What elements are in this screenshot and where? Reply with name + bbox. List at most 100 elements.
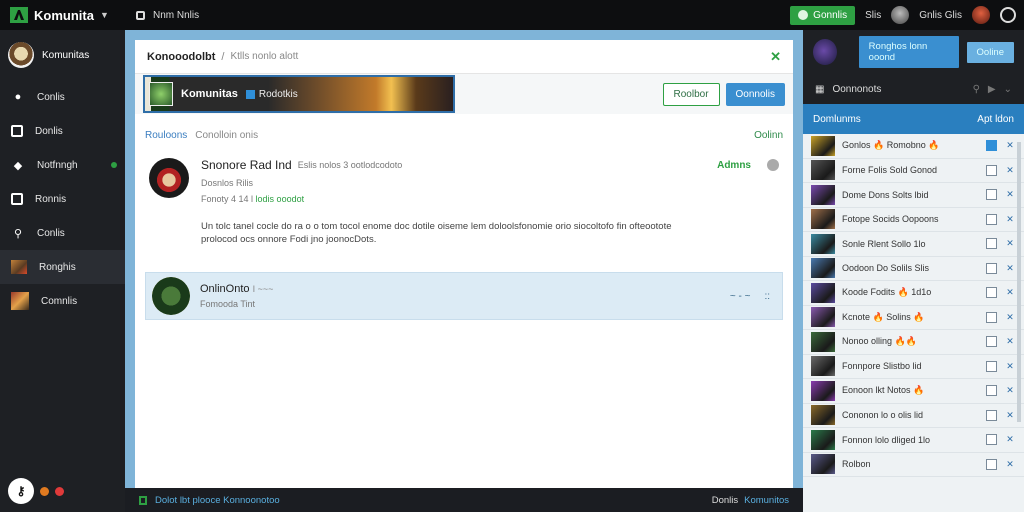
game-thumb-icon — [11, 292, 29, 310]
sidebar-item-donlis[interactable]: Donlis — [0, 114, 125, 148]
checkbox[interactable] — [986, 287, 997, 299]
checkbox[interactable] — [986, 213, 997, 225]
list-item[interactable]: Fotope Socids Oopoons ✕ — [803, 208, 1024, 232]
remove-icon[interactable]: ✕ — [1004, 214, 1016, 225]
user-label[interactable]: Gnlis Glis — [919, 10, 962, 21]
list-item[interactable]: Sonle Rlent Sollo 1lo ✕ — [803, 232, 1024, 257]
remove-icon[interactable]: ✕ — [1004, 336, 1016, 347]
list-bar-right[interactable]: Apt ldon — [977, 114, 1014, 125]
game-thumb-icon — [811, 356, 835, 377]
list-item[interactable]: Eonoon lkt Notos 🔥 ✕ — [803, 379, 1024, 404]
remove-icon[interactable]: ✕ — [1004, 165, 1016, 176]
right-secondary-button[interactable]: Ooline — [966, 41, 1014, 63]
avatar[interactable] — [149, 158, 189, 198]
sidebar-item-ronnis[interactable]: Ronnis — [0, 182, 125, 216]
checkbox[interactable] — [986, 434, 997, 446]
checkbox[interactable] — [986, 164, 997, 176]
list-item[interactable]: Nonoo olling 🔥🔥 ✕ — [803, 330, 1024, 355]
top-tab[interactable]: Nnm Nnlis — [136, 10, 199, 21]
footer-right-a[interactable]: Donlis — [712, 495, 738, 506]
game-thumb-icon — [811, 331, 835, 352]
search-icon[interactable]: ⚲ — [973, 84, 980, 95]
list-item[interactable]: Oodoon Do Solils Slis ✕ — [803, 257, 1024, 281]
post-author[interactable]: Snonore Rad Ind — [201, 158, 292, 172]
remove-icon[interactable]: ✕ — [1004, 434, 1016, 445]
top-link[interactable]: Slis — [865, 10, 881, 21]
sidebar-item-notfnngh[interactable]: ◆ Notfnngh — [0, 148, 125, 182]
reply-action[interactable]: :: — [764, 291, 770, 302]
sidebar-item-label: Ronnis — [35, 193, 67, 205]
sidebar-user[interactable]: Komunitas — [0, 30, 125, 80]
arrow-icon[interactable]: ▶ — [988, 84, 996, 95]
checkbox[interactable] — [986, 409, 997, 421]
tab-other[interactable]: Conolloin onis — [195, 130, 258, 141]
list-item-label: Nonoo olling 🔥🔥 — [842, 336, 917, 347]
checkbox[interactable] — [986, 360, 997, 372]
sidebar-item-ronghis[interactable]: Ronghis — [0, 250, 125, 284]
remove-icon[interactable]: ✕ — [1004, 238, 1016, 249]
outline-button[interactable]: Roolbor — [662, 82, 720, 106]
remove-icon[interactable]: ✕ — [1004, 263, 1016, 274]
sidebar-item-search[interactable]: ⚲ Conlis — [0, 216, 125, 250]
list-bar-left[interactable]: Domlunms — [813, 114, 861, 125]
checkbox[interactable] — [986, 311, 997, 323]
checkbox[interactable] — [986, 238, 997, 250]
list-item[interactable]: Rolbon ✕ — [803, 453, 1024, 477]
reply-action[interactable]: ~ - ~ — [730, 291, 751, 302]
sidebar-item-comnlis[interactable]: Comnlis — [0, 284, 125, 318]
brand[interactable]: Komunita ▼ — [0, 7, 136, 23]
profile-avatar[interactable] — [972, 6, 990, 24]
checkbox[interactable] — [986, 385, 997, 397]
footer-right-b[interactable]: Komunitos — [744, 495, 789, 506]
list-item-label: Dome Dons Solts lbid — [842, 189, 929, 200]
community-banner[interactable]: Komunitas Rodotkis — [143, 75, 455, 113]
more-options-icon[interactable] — [767, 159, 779, 171]
chat-button[interactable]: Gonnlis — [790, 5, 856, 25]
chevron-down-icon[interactable]: ▼ — [100, 10, 109, 20]
tab-link[interactable]: Oolinn — [754, 130, 783, 141]
keyhole-icon[interactable]: ⚷ — [8, 478, 34, 504]
footer-left[interactable]: Dolot lbt plooce Konnoonotoo — [139, 495, 280, 506]
remove-icon[interactable]: ✕ — [1004, 312, 1016, 323]
avatar[interactable] — [891, 6, 910, 24]
chevron-down-icon[interactable]: ⌄ — [1004, 84, 1012, 95]
list-item[interactable]: Fonnpore Slistbo lid ✕ — [803, 355, 1024, 379]
remove-icon[interactable]: ✕ — [1004, 140, 1016, 151]
checkbox[interactable] — [986, 458, 997, 470]
sidebar-item-conlis[interactable]: ● Conlis — [0, 80, 125, 114]
checkbox[interactable] — [986, 262, 997, 274]
remove-icon[interactable]: ✕ — [1004, 361, 1016, 372]
game-thumb-icon — [811, 405, 835, 426]
remove-icon[interactable]: ✕ — [1004, 385, 1016, 396]
checkbox[interactable] — [986, 189, 997, 201]
checkbox[interactable] — [986, 336, 997, 348]
tab-active[interactable]: Rouloons — [145, 130, 187, 141]
list-item[interactable]: Gonlos 🔥 Romobno 🔥 ✕ — [803, 134, 1024, 159]
grid-icon[interactable]: ▦ — [815, 84, 824, 95]
footer-bar: Dolot lbt plooce Konnoonotoo Donlis Komu… — [125, 488, 803, 512]
list-item[interactable]: Dome Dons Solts lbid ✕ — [803, 183, 1024, 208]
checkbox[interactable] — [986, 140, 997, 152]
game-thumb-icon — [811, 184, 835, 205]
settings-icon[interactable] — [1000, 7, 1016, 23]
remove-icon[interactable]: ✕ — [1004, 459, 1016, 470]
scrollbar[interactable] — [1017, 142, 1021, 422]
avatar[interactable] — [813, 39, 837, 65]
avatar — [8, 42, 34, 68]
list-item[interactable]: Kcnote 🔥 Solins 🔥 ✕ — [803, 306, 1024, 330]
list-item-label: Eonoon lkt Notos 🔥 — [842, 385, 925, 396]
remove-icon[interactable]: ✕ — [1004, 410, 1016, 421]
list-item[interactable]: Koode Fodits 🔥 1d1o ✕ — [803, 281, 1024, 306]
list-item[interactable]: Forne Folis Sold Gonod ✕ — [803, 159, 1024, 183]
list-item-label: Rolbon — [842, 459, 871, 470]
list-item[interactable]: Fonnon lolo dliged 1lo ✕ — [803, 428, 1024, 453]
reply-card[interactable]: OnlinOnto I ~~~ Fomooda Tint ~ - ~ :: — [145, 272, 783, 320]
primary-button[interactable]: Oonnolis — [725, 82, 785, 106]
avatar[interactable] — [152, 277, 190, 315]
right-primary-button[interactable]: Ronghos lonn ooond — [858, 36, 959, 68]
remove-icon[interactable]: ✕ — [1004, 189, 1016, 200]
list-item[interactable]: Cononon lo o olis lid ✕ — [803, 404, 1024, 428]
remove-icon[interactable]: ✕ — [1004, 287, 1016, 298]
close-icon[interactable]: ✕ — [770, 49, 781, 65]
breadcrumb-title[interactable]: Konooodolbt — [147, 51, 215, 63]
